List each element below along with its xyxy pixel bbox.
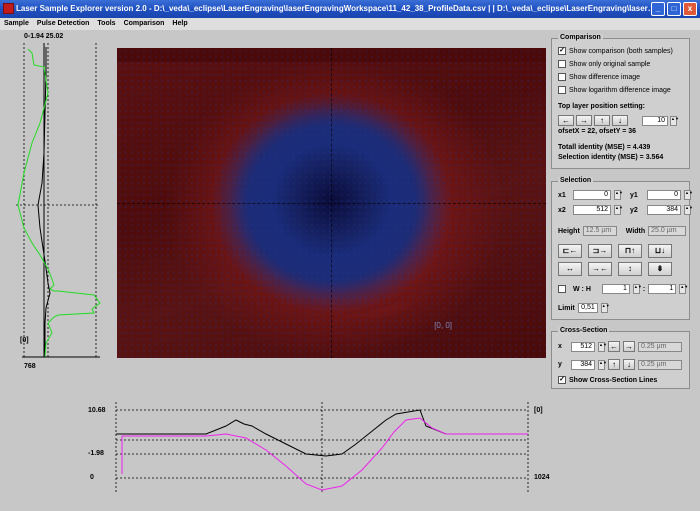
y1-label: y1 [630, 191, 638, 199]
vertical-profile-graph [16, 43, 101, 358]
expand-right-button[interactable]: ⊐→ [588, 244, 612, 258]
maximize-button[interactable]: □ [667, 2, 681, 16]
h-ratio-input[interactable]: 1 [648, 284, 677, 294]
checkbox-show-original[interactable] [558, 60, 566, 68]
cross-y-label: y [558, 361, 562, 368]
offset-label: ofsetX = 22, ofsetY = 36 [558, 128, 637, 135]
vertical-profile-plot: 0-1.94 25.02 [0] 768 [8, 33, 106, 373]
top-layer-label: Top layer position setting: [558, 103, 645, 110]
vertical-profile-marker: [0] [20, 337, 29, 344]
comparison-title: Comparison [558, 34, 603, 41]
y1-spinner[interactable]: ▲▼ [684, 190, 693, 200]
cross-x-left-button[interactable]: ← [608, 341, 620, 352]
narrow-vertical-button[interactable]: ⇟ [648, 262, 672, 276]
menu-tools[interactable]: Tools [97, 18, 115, 30]
width-field: 25.0 µm [648, 226, 687, 236]
minimize-button[interactable]: _ [651, 2, 665, 16]
cross-x-um-field: 0.25 µm [638, 341, 682, 352]
selection-panel: Selection x1 0 ▲▼ y1 0 ▲▼ x2 512 ▲▼ y2 3… [551, 177, 693, 320]
wh-separator: : [642, 285, 646, 293]
expand-left-button[interactable]: ⊏← [558, 244, 582, 258]
step-spinner[interactable]: ▲▼ [670, 115, 679, 126]
width-label: Width [625, 227, 646, 235]
cross-section-panel: Cross-Section x 512 ▲▼ ← → 0.25 µm y 384… [551, 327, 690, 389]
option-show-cross-section-lines[interactable]: ✓ Show Cross-Section Lines [558, 376, 657, 384]
option-show-original[interactable]: Show only original sample [558, 60, 650, 68]
move-up-button[interactable]: ↑ [594, 115, 610, 126]
x2-input[interactable]: 512 [573, 205, 611, 215]
move-left-button[interactable]: ← [558, 115, 574, 126]
menu-help[interactable]: Help [172, 18, 187, 30]
widen-horizontal-button[interactable]: ↔ [558, 262, 582, 276]
limit-spinner[interactable]: ▲▼ [600, 303, 610, 313]
x1-label: x1 [558, 191, 566, 199]
app-icon [3, 3, 14, 14]
cross-y-spinner[interactable]: ▲▼ [598, 359, 607, 370]
y2-label: y2 [630, 206, 638, 214]
title-bar: Laser Sample Explorer version 2.0 - D:\_… [0, 0, 700, 18]
widen-vertical-button[interactable]: ↕ [618, 262, 642, 276]
y2-input[interactable]: 384 [647, 205, 681, 215]
y1-input[interactable]: 0 [647, 190, 681, 200]
x2-spinner[interactable]: ▲▼ [614, 205, 623, 215]
menu-comparison[interactable]: Comparison [124, 18, 165, 30]
checkbox-wh-ratio[interactable] [558, 285, 566, 293]
y2-spinner[interactable]: ▲▼ [684, 205, 693, 215]
cross-y-down-button[interactable]: ↓ [623, 359, 635, 370]
wh-label: W : H [573, 285, 591, 293]
w-ratio-spinner[interactable]: ▲▼ [632, 284, 642, 294]
cross-y-um-field: 0.25 µm [638, 359, 682, 370]
cross-y-up-button[interactable]: ↑ [608, 359, 620, 370]
menu-sample[interactable]: Sample [4, 18, 29, 30]
move-right-button[interactable]: → [576, 115, 592, 126]
menu-bar: Sample Pulse Detection Tools Comparison … [0, 18, 700, 30]
height-field: 12.5 µm [582, 226, 617, 236]
horizontal-profile-graph [115, 402, 529, 494]
option-show-comparison[interactable]: ✓ Show comparison (both samples) [558, 47, 673, 55]
height-label: Height [558, 227, 580, 235]
cross-x-label: x [558, 343, 562, 350]
expand-down-button[interactable]: ⊔↓ [648, 244, 672, 258]
expand-up-button[interactable]: ⊓↑ [618, 244, 642, 258]
checkbox-show-log-difference[interactable] [558, 86, 566, 94]
cross-x-right-button[interactable]: → [623, 341, 635, 352]
option-show-log-difference[interactable]: Show logarithm difference image [558, 86, 671, 94]
limit-label: Limit [558, 304, 575, 312]
crosshair-vertical [331, 48, 332, 358]
horizontal-profile-plot: 10.68 -1.98 0 [0] 1024 [86, 398, 556, 496]
cross-y-input[interactable]: 384 [571, 359, 595, 370]
w-ratio-input[interactable]: 1 [601, 284, 630, 294]
limit-input[interactable]: 0,51 [577, 303, 598, 313]
cross-x-input[interactable]: 512 [571, 341, 595, 352]
cross-section-title: Cross-Section [558, 327, 610, 334]
cross-x-spinner[interactable]: ▲▼ [598, 341, 607, 352]
menu-pulse-detection[interactable]: Pulse Detection [37, 18, 90, 30]
move-down-button[interactable]: ↓ [612, 115, 628, 126]
comparison-panel: Comparison ✓ Show comparison (both sampl… [551, 34, 690, 169]
x1-spinner[interactable]: ▲▼ [614, 190, 623, 200]
checkbox-show-difference[interactable] [558, 73, 566, 81]
narrow-horizontal-button[interactable]: →← [588, 262, 612, 276]
origin-label: [0, 0] [434, 321, 452, 330]
x2-label: x2 [558, 206, 566, 214]
comparison-image-view[interactable]: [0, 0] [117, 48, 546, 358]
window-title: Laser Sample Explorer version 2.0 - D:\_… [16, 4, 656, 13]
checkbox-show-cross-section-lines[interactable]: ✓ [558, 376, 566, 384]
selection-identity-label: Selection identity (MSE) = 3.564 [558, 154, 664, 161]
selection-title: Selection [558, 177, 594, 184]
close-button[interactable]: x [683, 2, 697, 16]
total-identity-label: Totall identity (MSE) = 4.439 [558, 144, 651, 151]
step-input[interactable]: 10 [642, 115, 668, 126]
h-ratio-spinner[interactable]: ▲▼ [679, 284, 688, 294]
vertical-profile-bottom-label: 768 [24, 363, 36, 370]
checkbox-show-comparison[interactable]: ✓ [558, 47, 566, 55]
option-show-difference[interactable]: Show difference image [558, 73, 640, 81]
x1-input[interactable]: 0 [573, 190, 611, 200]
